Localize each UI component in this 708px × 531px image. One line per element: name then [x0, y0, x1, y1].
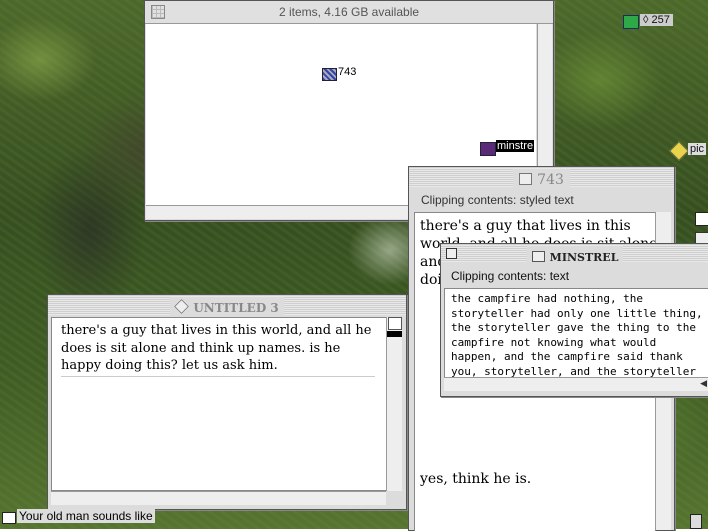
file-label: 743: [338, 66, 357, 78]
desktop-item-pic[interactable]: pic: [669, 141, 708, 161]
clipping-window-minstrel: MINSTREL Clipping contents: text the cam…: [440, 243, 708, 397]
app-icon: [623, 15, 639, 29]
window-title: 743: [537, 172, 564, 188]
clipping-file-icon: [322, 68, 337, 81]
clipping-bottom-text: yes, think he is.: [420, 471, 532, 487]
untitled-window: UNTITLED 3 there's a guy that lives in t…: [47, 294, 407, 510]
file-label: minstre: [496, 140, 535, 152]
window-title: MINSTREL: [549, 251, 619, 264]
title-wrap: UNTITLED 3: [170, 297, 284, 316]
title-bar[interactable]: UNTITLED 3: [48, 295, 406, 316]
title-bar[interactable]: 743: [409, 167, 674, 188]
badge-label: ◊ 257: [640, 14, 673, 26]
document-text-area[interactable]: there's a guy that lives in this world, …: [51, 317, 387, 491]
title-bar[interactable]: MINSTREL: [441, 244, 708, 265]
document-icon: [174, 299, 190, 314]
clipping-icon: [519, 173, 533, 185]
horizontal-scrollbar[interactable]: ◀: [444, 377, 708, 391]
trash-icon[interactable]: [690, 514, 702, 529]
clipping-file-icon: [480, 142, 496, 156]
printer-icon[interactable]: [695, 212, 708, 226]
title-wrap: MINSTREL: [526, 246, 624, 265]
clipping-header: Clipping contents: text: [451, 269, 570, 283]
clipping-header: Clipping contents: styled text: [421, 193, 574, 207]
badge-count: 257: [651, 14, 670, 26]
scroll-thumb[interactable]: [388, 317, 402, 330]
horizontal-scrollbar[interactable]: [51, 491, 386, 505]
window-title: UNTITLED 3: [193, 301, 279, 315]
picture-icon: [669, 141, 689, 161]
finder-status-text: 2 items, 4.16 GB available: [278, 5, 420, 19]
desktop-item-label: pic: [688, 143, 707, 155]
clipping-icon: [531, 251, 545, 262]
desktop-item-label: Your old man sounds like: [17, 509, 155, 523]
clipping-text-area: the campfire had nothing, the storytelle…: [444, 288, 708, 392]
finder-status-bar: 2 items, 4.16 GB available: [145, 1, 553, 24]
clipping-file-icon: [2, 512, 16, 524]
scroll-position-indicator: [387, 331, 402, 337]
title-wrap: 743: [513, 169, 570, 188]
close-box[interactable]: [446, 248, 457, 259]
document-text: there's a guy that lives in this world, …: [61, 322, 375, 377]
text-line: there's a guy that lives in this: [420, 218, 631, 234]
vertical-scrollbar[interactable]: [386, 317, 402, 491]
scroll-arrow-icon[interactable]: ◀: [700, 379, 707, 389]
